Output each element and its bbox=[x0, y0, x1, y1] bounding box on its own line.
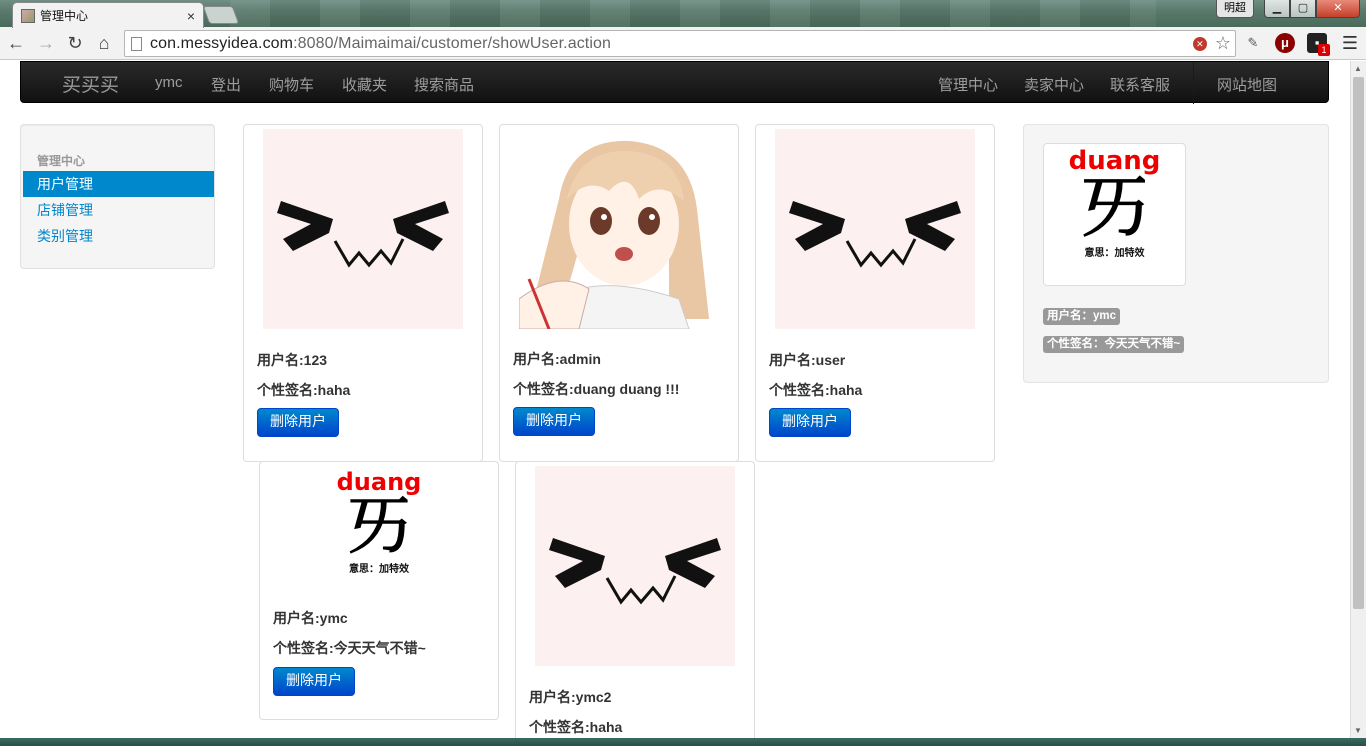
signature-text: 个性签名:haha bbox=[529, 719, 623, 735]
signature-badge: 个性签名：今天天气不错~ bbox=[1043, 336, 1185, 353]
scroll-down-icon[interactable]: ▼ bbox=[1354, 726, 1362, 735]
user-card: 用户名:admin 个性签名:duang duang !!! 删除用户 bbox=[499, 124, 739, 462]
address-bar[interactable]: con.messyidea.com:8080/Maimaimai/custome… bbox=[124, 30, 1236, 57]
sidebar-item-shops[interactable]: 店铺管理 bbox=[23, 197, 214, 223]
squint-face-icon bbox=[549, 538, 721, 605]
admin-sidebar: 管理中心 用户管理 店铺管理 类别管理 bbox=[20, 124, 215, 269]
browser-menu-icon[interactable]: ☰ bbox=[1338, 32, 1362, 54]
nav-divider bbox=[1193, 62, 1194, 104]
sidebar-item-categories[interactable]: 类别管理 bbox=[23, 223, 214, 249]
window-controls: ▁ ▢ ✕ bbox=[1264, 0, 1360, 18]
extension-badge: 1 bbox=[1318, 44, 1330, 56]
back-icon[interactable]: ← bbox=[5, 32, 27, 54]
new-tab-button[interactable] bbox=[202, 6, 240, 24]
signature-text: 个性签名:今天天气不错~ bbox=[273, 640, 426, 656]
vertical-scrollbar[interactable]: ▲ ▼ bbox=[1350, 61, 1366, 738]
squint-face-icon bbox=[277, 201, 449, 268]
site-navbar: 买买买 ymc 登出 购物车 收藏夹 搜索商品 管理中心 卖家中心 联系客服 网… bbox=[20, 61, 1329, 104]
blocked-content-icon[interactable]: ✕ bbox=[1192, 36, 1207, 51]
minimize-button[interactable]: ▁ bbox=[1264, 0, 1290, 18]
os-taskbar bbox=[0, 738, 1366, 746]
nav-link-username[interactable]: ymc bbox=[155, 74, 183, 91]
sidebar-header: 管理中心 bbox=[37, 154, 86, 168]
nav-link-logout[interactable]: 登出 bbox=[211, 74, 241, 95]
current-user-panel: duang 𠀅 意思：加特效 用户名：ymc 个性签名：今天天气不错~ bbox=[1023, 124, 1329, 383]
brand-logo[interactable]: 买买买 bbox=[62, 70, 119, 97]
forward-icon[interactable]: → bbox=[35, 32, 57, 54]
reload-icon[interactable]: ↻ bbox=[64, 32, 86, 54]
user-avatar bbox=[535, 466, 735, 666]
delete-user-button[interactable]: 删除用户 bbox=[513, 407, 595, 436]
user-card: 用户名:123 个性签名:haha 删除用户 bbox=[243, 124, 483, 462]
favicon-icon bbox=[21, 8, 35, 23]
ublock-extension-icon[interactable]: μ bbox=[1275, 33, 1295, 53]
current-user-avatar: duang 𠀅 意思：加特效 bbox=[1043, 143, 1186, 286]
duang-image: duang 𠀅 意思：加特效 bbox=[1068, 146, 1161, 259]
page-icon bbox=[131, 36, 142, 51]
url-text[interactable]: con.messyidea.com:8080/Maimaimai/custome… bbox=[150, 35, 1193, 53]
signature-text: 个性签名:haha bbox=[769, 382, 863, 398]
nav-link-favorites[interactable]: 收藏夹 bbox=[342, 74, 387, 95]
sidebar-item-users[interactable]: 用户管理 bbox=[23, 171, 214, 197]
delete-user-button[interactable]: 删除用户 bbox=[769, 408, 851, 437]
username-text: 用户名:user bbox=[769, 352, 846, 368]
username-text: 用户名:admin bbox=[513, 351, 601, 367]
username-text: 用户名:ymc2 bbox=[529, 689, 612, 705]
duang-image: duang 𠀅 意思：加特效 bbox=[336, 468, 422, 575]
username-badge: 用户名：ymc bbox=[1043, 308, 1121, 325]
signature-text: 个性签名:duang duang !!! bbox=[513, 381, 680, 397]
bookmark-star-icon[interactable]: ☆ bbox=[1215, 33, 1231, 54]
user-card: 用户名:ymc2 个性签名:haha bbox=[515, 461, 755, 738]
anime-girl-avatar-icon bbox=[519, 140, 709, 329]
tab-close-icon[interactable]: × bbox=[187, 8, 195, 24]
user-avatar bbox=[519, 129, 719, 329]
home-icon[interactable]: ⌂ bbox=[93, 32, 115, 54]
scroll-thumb[interactable] bbox=[1353, 77, 1364, 609]
username-text: 用户名:ymc bbox=[273, 610, 348, 626]
scroll-up-icon[interactable]: ▲ bbox=[1354, 64, 1362, 73]
close-window-button[interactable]: ✕ bbox=[1316, 0, 1360, 18]
evernote-extension-icon[interactable]: ✎ bbox=[1243, 33, 1263, 53]
signature-text: 个性签名:haha bbox=[257, 382, 351, 398]
nav-link-seller[interactable]: 卖家中心 bbox=[1024, 74, 1084, 95]
nav-link-admin[interactable]: 管理中心 bbox=[938, 74, 998, 95]
nav-link-search[interactable]: 搜索商品 bbox=[414, 74, 474, 95]
nav-link-cart[interactable]: 购物车 bbox=[269, 74, 314, 95]
browser-toolbar: ← → ↻ ⌂ con.messyidea.com:8080/Maimaimai… bbox=[0, 27, 1366, 60]
user-avatar: duang 𠀅 意思：加特效 bbox=[279, 466, 479, 596]
user-card: 用户名:user 个性签名:haha 删除用户 bbox=[755, 124, 995, 462]
browser-tab[interactable]: 管理中心 × bbox=[12, 2, 204, 28]
user-avatar bbox=[263, 129, 463, 329]
username-text: 用户名:123 bbox=[257, 352, 328, 368]
nav-link-support[interactable]: 联系客服 bbox=[1110, 74, 1170, 95]
user-card: duang 𠀅 意思：加特效 用户名:ymc 个性签名:今天天气不错~ 删除用户 bbox=[259, 461, 499, 720]
profile-badge[interactable]: 明超 bbox=[1216, 0, 1254, 18]
delete-user-button[interactable]: 删除用户 bbox=[273, 667, 355, 696]
squint-face-icon bbox=[789, 201, 961, 268]
nav-link-sitemap[interactable]: 网站地图 bbox=[1217, 74, 1277, 95]
tab-title: 管理中心 bbox=[40, 9, 89, 23]
user-avatar bbox=[775, 129, 975, 329]
delete-user-button[interactable]: 删除用户 bbox=[257, 408, 339, 437]
page-viewport: 买买买 ymc 登出 购物车 收藏夹 搜索商品 管理中心 卖家中心 联系客服 网… bbox=[0, 61, 1350, 738]
maximize-button[interactable]: ▢ bbox=[1290, 0, 1316, 18]
